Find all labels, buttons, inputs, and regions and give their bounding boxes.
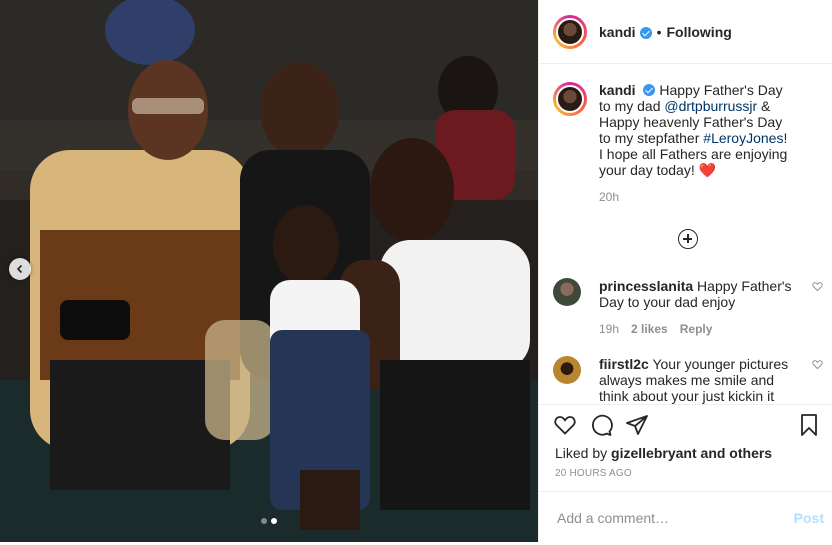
comment-text: fiirstl2c Your younger pictures always m…: [599, 356, 795, 404]
share-icon[interactable]: [625, 413, 649, 437]
post-header: kandi • Following: [539, 0, 832, 64]
verified-icon: [643, 84, 656, 96]
post-timestamp[interactable]: 20 HOURS AGO: [555, 468, 632, 479]
carousel-dot: [261, 518, 267, 524]
load-more-comments-button[interactable]: [678, 229, 698, 249]
post-caption: kandi Happy Father's Day to my dad @drtp…: [539, 64, 832, 204]
carousel-prev-button[interactable]: [9, 258, 31, 280]
heart-icon[interactable]: [812, 359, 823, 370]
comment-username[interactable]: fiirstl2c: [599, 356, 649, 372]
post-actions: Liked by gizellebryant and others 20 HOU…: [539, 404, 832, 544]
photo-image: [0, 0, 538, 542]
carousel-dot-active: [271, 518, 277, 524]
heart-icon[interactable]: [553, 413, 577, 437]
following-button[interactable]: Following: [666, 24, 731, 40]
caption-avatar[interactable]: [553, 82, 587, 116]
caption-time[interactable]: 20h: [599, 190, 789, 204]
comments-section[interactable]: kandi Happy Father's Day to my dad @drtp…: [539, 64, 832, 404]
commenter-avatar[interactable]: [553, 278, 581, 306]
avatar-image: [556, 17, 584, 46]
caption-hashtag[interactable]: #LeroyJones: [703, 130, 783, 146]
heart-emoji: ❤️: [698, 162, 717, 178]
add-comment-input[interactable]: [555, 506, 759, 530]
comment-time[interactable]: 19h: [599, 322, 619, 336]
reply-button[interactable]: Reply: [680, 322, 713, 336]
comment-item: fiirstl2c Your younger pictures always m…: [553, 356, 823, 404]
heart-icon[interactable]: [812, 281, 823, 292]
caption-username[interactable]: kandi: [599, 82, 636, 98]
liked-prefix: Liked by: [555, 445, 612, 461]
caption-mention[interactable]: @drtpburrussjr: [664, 98, 757, 114]
verified-icon: [639, 26, 652, 39]
post-comment-button[interactable]: Post: [794, 510, 824, 526]
comment-username[interactable]: princesslanita: [599, 278, 693, 294]
liked-user-link[interactable]: gizellebryant: [611, 445, 697, 461]
comment-likes[interactable]: 2 likes: [631, 322, 668, 336]
comment-item: princesslanita Happy Father's Day to you…: [553, 278, 823, 336]
liked-others-link[interactable]: and others: [697, 445, 773, 461]
header-separator: •: [656, 23, 662, 40]
carousel-dots: [261, 518, 277, 524]
caption-text: kandi Happy Father's Day to my dad @drtp…: [599, 82, 789, 178]
post-sidebar: kandi • Following kandi Happy Father's D…: [538, 0, 832, 542]
post-photo[interactable]: [0, 0, 538, 542]
comment-icon[interactable]: [589, 413, 613, 437]
action-icons: [553, 413, 821, 441]
avatar-image: [556, 85, 584, 113]
chevron-left-icon: [16, 264, 23, 274]
author-avatar[interactable]: [553, 14, 587, 49]
bookmark-icon[interactable]: [797, 413, 821, 437]
commenter-avatar[interactable]: [553, 356, 581, 384]
comment-text: princesslanita Happy Father's Day to you…: [599, 278, 795, 310]
liked-by: Liked by gizellebryant and others: [555, 445, 772, 461]
comment-meta: 19h 2 likes Reply: [599, 322, 795, 336]
comment-composer: Post: [539, 491, 832, 545]
author-username[interactable]: kandi: [599, 24, 636, 40]
